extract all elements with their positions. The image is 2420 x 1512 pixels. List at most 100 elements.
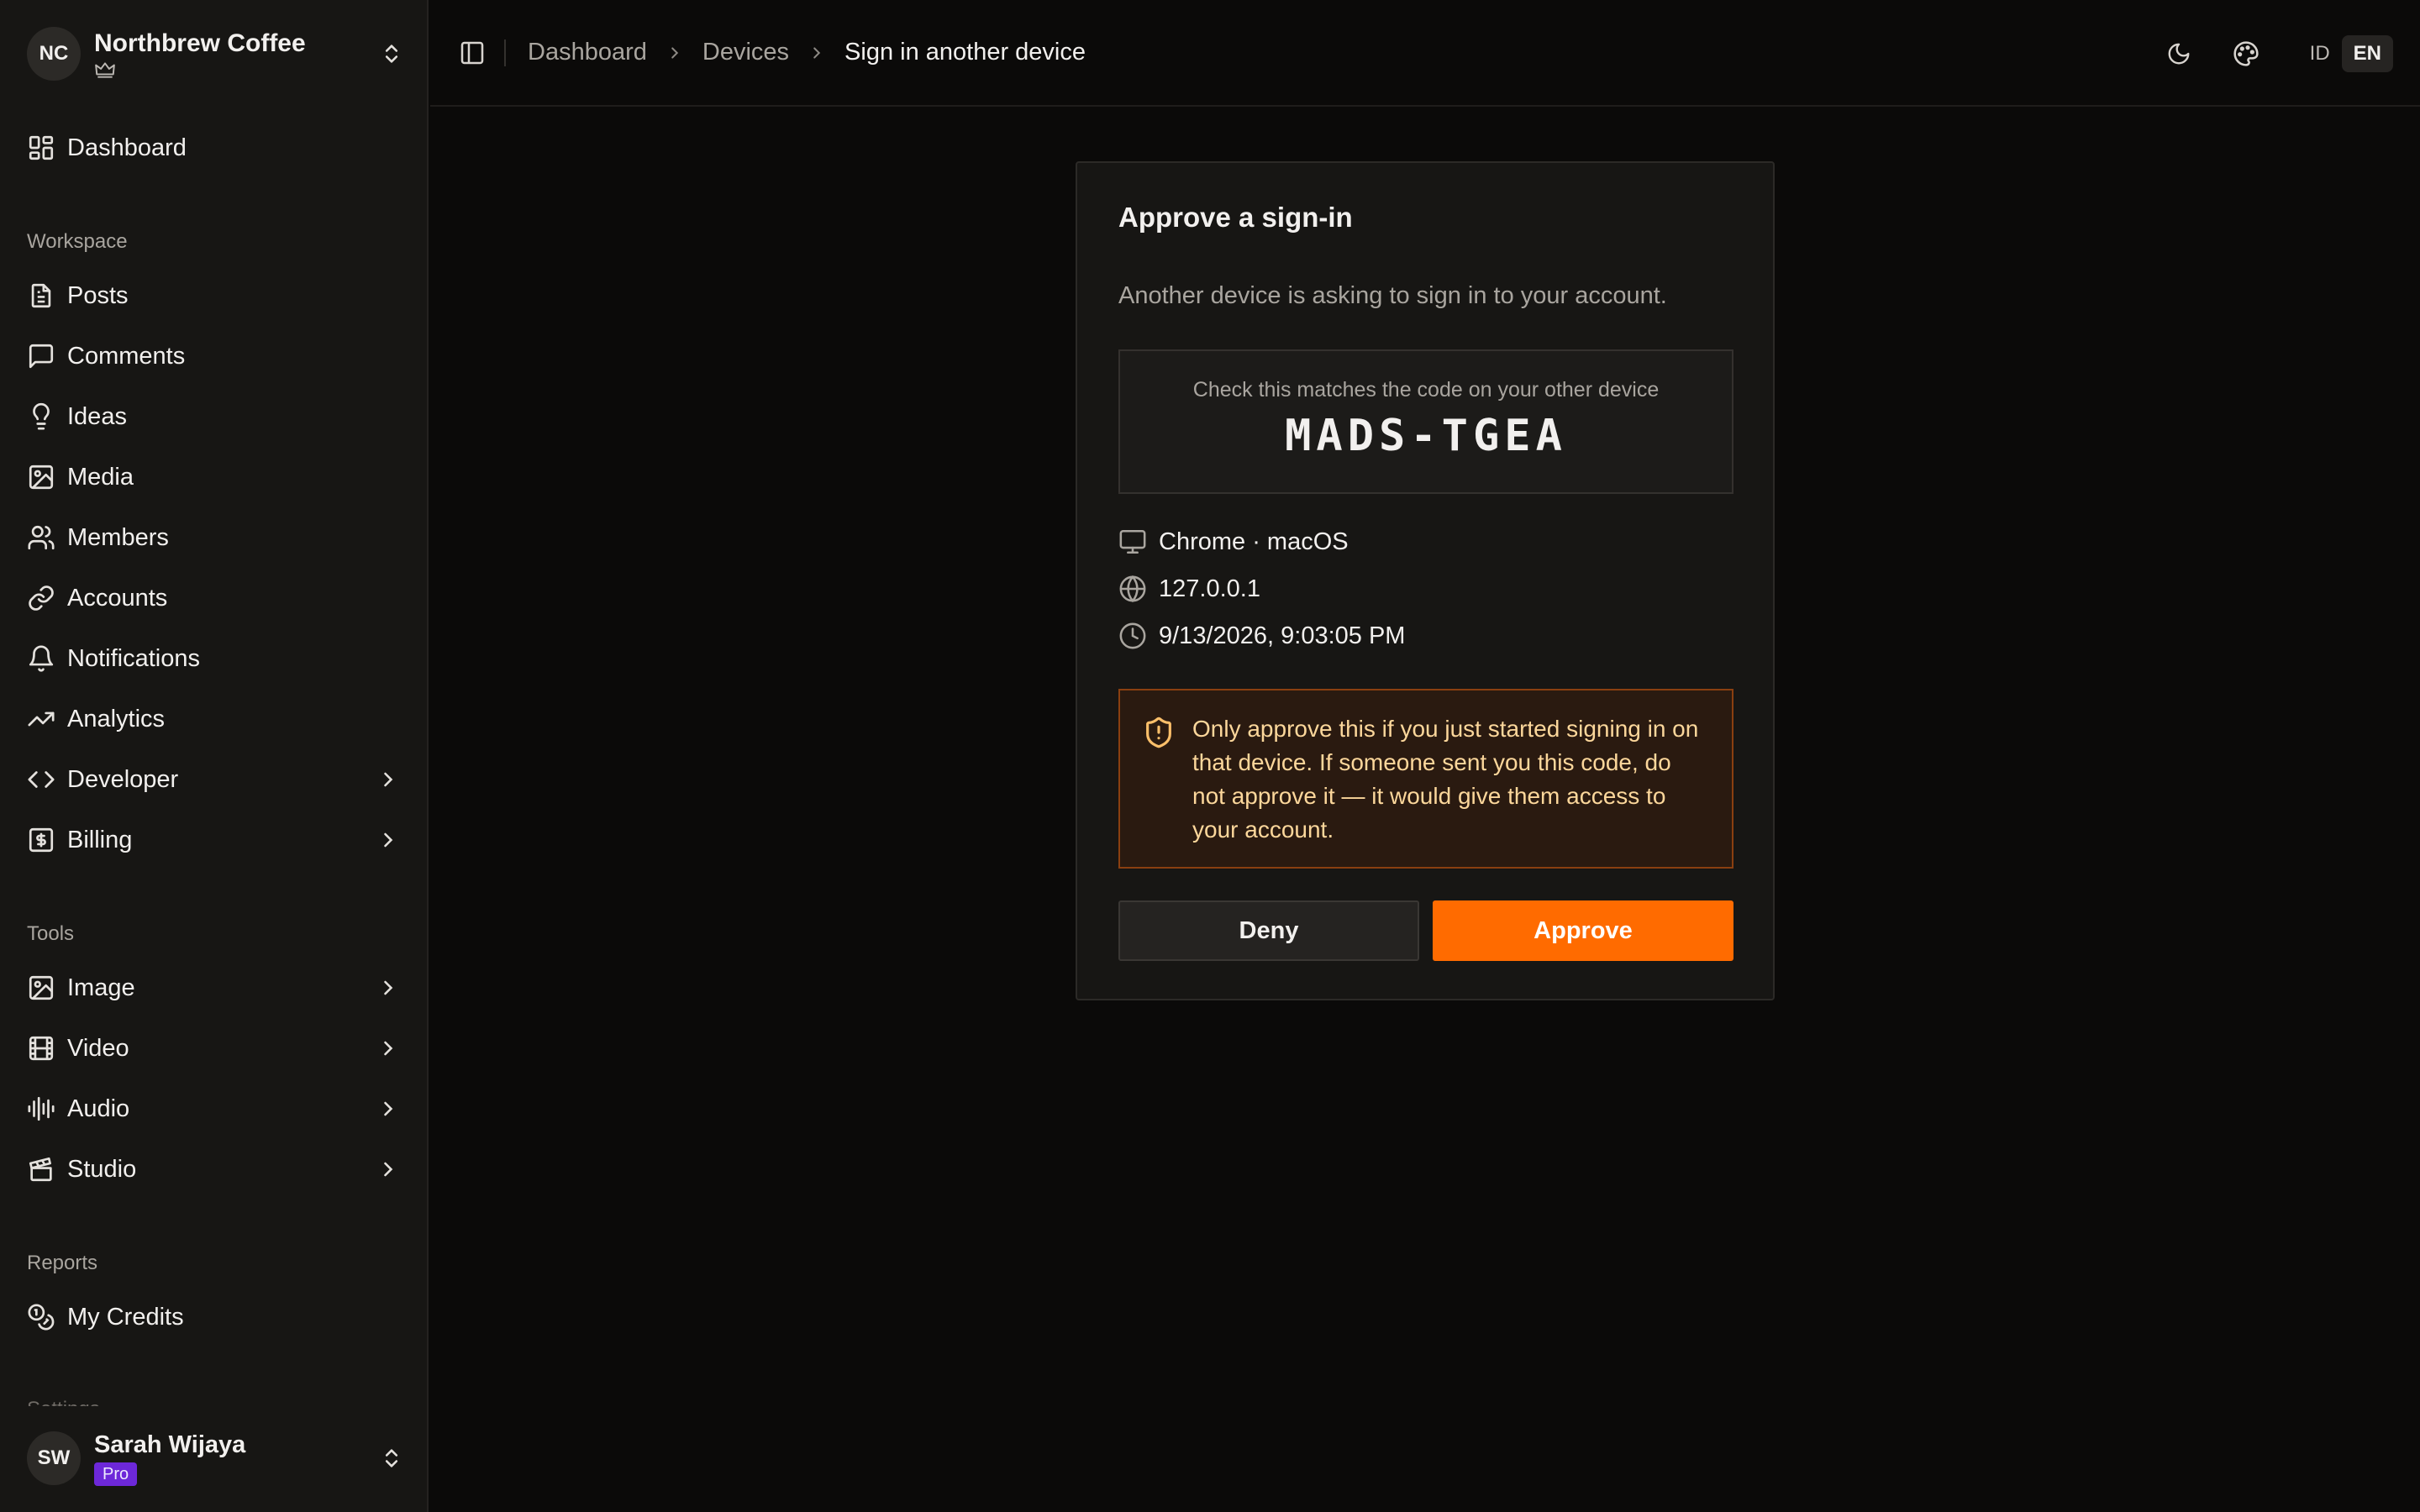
card-title: Approve a sign-in <box>1118 202 1353 233</box>
verification-code-box: Check this matches the code on your othe… <box>1118 349 1733 494</box>
chevrons-up-down-icon <box>380 1446 403 1470</box>
sidebar-item-billing[interactable]: Billing <box>27 816 403 864</box>
approve-button[interactable]: Approve <box>1433 900 1733 961</box>
sidebar-item-label: Dashboard <box>67 134 187 161</box>
security-warning: Only approve this if you just started si… <box>1118 689 1733 869</box>
sidebar-item-label: Accounts <box>67 584 168 612</box>
user-switcher[interactable]: SW Sarah Wijaya Pro <box>27 1428 403 1488</box>
user-avatar: SW <box>27 1431 81 1485</box>
image-icon <box>27 463 55 491</box>
workspace-switcher[interactable]: NC Northbrew Coffee <box>27 27 403 81</box>
approve-sign-in-card: Approve a sign-in Another device is aski… <box>1076 161 1775 1000</box>
sidebar-item-label: Ideas <box>67 402 127 430</box>
section-label-cut-off: Settings <box>27 1398 100 1406</box>
workspace-avatar: NC <box>27 27 81 81</box>
request-time: 9/13/2026, 9:03:05 PM <box>1159 622 1406 649</box>
message-square-icon <box>27 342 55 370</box>
chevron-right-icon <box>808 44 826 62</box>
shield-alert-icon <box>1142 716 1176 749</box>
sidebar-item-label: Audio <box>67 1095 130 1122</box>
ip-row: 127.0.0.1 <box>1118 575 1260 603</box>
moon-icon[interactable] <box>2157 32 2201 76</box>
audio-wave-icon <box>27 1095 55 1123</box>
image-icon <box>27 974 55 1002</box>
sidebar-item-accounts[interactable]: Accounts <box>27 575 403 622</box>
sidebar-item-comments[interactable]: Comments <box>27 333 403 380</box>
language-option-id[interactable]: ID <box>2298 35 2342 72</box>
chevron-right-icon <box>376 976 400 1000</box>
time-row: 9/13/2026, 9:03:05 PM <box>1118 622 1405 650</box>
sidebar-item-posts[interactable]: Posts <box>27 272 403 319</box>
sidebar-item-developer[interactable]: Developer <box>27 756 403 803</box>
chevron-right-icon <box>376 1037 400 1060</box>
code-icon <box>27 765 55 794</box>
sidebar-item-dashboard[interactable]: Dashboard <box>27 124 403 171</box>
code-hint: Check this matches the code on your othe… <box>1192 378 1660 402</box>
bell-icon <box>27 644 55 673</box>
header-actions: ID EN <box>2133 32 2393 76</box>
chevron-right-icon <box>376 1158 400 1181</box>
deny-button[interactable]: Deny <box>1118 900 1419 961</box>
breadcrumb-devices[interactable]: Devices <box>702 39 789 66</box>
sidebar-item-audio[interactable]: Audio <box>27 1085 403 1132</box>
divider <box>504 39 506 66</box>
sidebar-item-label: Posts <box>67 281 129 309</box>
lightbulb-icon <box>27 402 55 431</box>
section-label-tools: Tools <box>27 922 75 945</box>
breadcrumb: Dashboard Devices Sign in another device <box>528 39 1086 66</box>
sidebar-item-image[interactable]: Image <box>27 964 403 1011</box>
clock-icon <box>1118 622 1147 650</box>
sidebar-item-label: Studio <box>67 1155 137 1183</box>
chevron-right-icon <box>376 768 400 791</box>
sidebar-item-members[interactable]: Members <box>27 514 403 561</box>
users-icon <box>27 523 55 552</box>
trending-up-icon <box>27 705 55 733</box>
chevron-right-icon <box>666 44 684 62</box>
sidebar-item-label: Billing <box>67 826 133 853</box>
sidebar-item-my-credits[interactable]: My Credits <box>27 1294 403 1341</box>
sidebar-item-label: Media <box>67 463 134 491</box>
sidebar-item-label: Notifications <box>67 644 200 672</box>
sidebar-item-notifications[interactable]: Notifications <box>27 635 403 682</box>
link-icon <box>27 584 55 612</box>
sidebar-item-label: Developer <box>67 765 179 793</box>
sidebar-item-label: My Credits <box>67 1303 184 1331</box>
monitor-icon <box>1118 528 1147 556</box>
chevron-right-icon <box>376 828 400 852</box>
section-label-reports: Reports <box>27 1252 98 1274</box>
sidebar-item-label: Comments <box>67 342 186 370</box>
ip-address: 127.0.0.1 <box>1159 575 1260 602</box>
palette-icon[interactable] <box>2224 32 2268 76</box>
sidebar-toggle-icon[interactable] <box>459 39 486 66</box>
device-info: Chrome · macOS <box>1159 528 1349 555</box>
sidebar-item-studio[interactable]: Studio <box>27 1146 403 1193</box>
sidebar-item-ideas[interactable]: Ideas <box>27 393 403 440</box>
warning-text: Only approve this if you just started si… <box>1192 716 1699 843</box>
device-row: Chrome · macOS <box>1118 528 1349 556</box>
clapperboard-icon <box>27 1155 55 1184</box>
sidebar-item-media[interactable]: Media <box>27 454 403 501</box>
plan-badge: Pro <box>94 1462 138 1486</box>
workspace-name: Northbrew Coffee <box>94 29 306 57</box>
sidebar-item-label: Analytics <box>67 705 166 732</box>
sidebar-item-label: Members <box>67 523 169 551</box>
language-option-en[interactable]: EN <box>2341 35 2393 72</box>
chevron-right-icon <box>376 1097 400 1121</box>
sidebar-item-label: Video <box>67 1034 129 1062</box>
verification-code: MADS-TGEA <box>1285 411 1567 461</box>
top-bar: Dashboard Devices Sign in another device… <box>430 0 2420 107</box>
card-subtitle: Another device is asking to sign in to y… <box>1118 282 1667 309</box>
sidebar-item-label: Image <box>67 974 135 1001</box>
receipt-icon <box>27 826 55 854</box>
language-switcher: ID EN <box>2298 35 2393 72</box>
section-label-workspace: Workspace <box>27 230 128 253</box>
sidebar: NC Northbrew Coffee Dashboard Workspace … <box>0 0 429 1512</box>
coins-icon <box>27 1303 55 1331</box>
sidebar-item-analytics[interactable]: Analytics <box>27 696 403 743</box>
file-text-icon <box>27 281 55 310</box>
breadcrumb-current-page: Sign in another device <box>844 39 1086 66</box>
breadcrumb-dashboard[interactable]: Dashboard <box>528 39 647 66</box>
chevrons-up-down-icon <box>380 42 403 66</box>
sidebar-item-video[interactable]: Video <box>27 1025 403 1072</box>
crown-icon <box>94 60 380 79</box>
